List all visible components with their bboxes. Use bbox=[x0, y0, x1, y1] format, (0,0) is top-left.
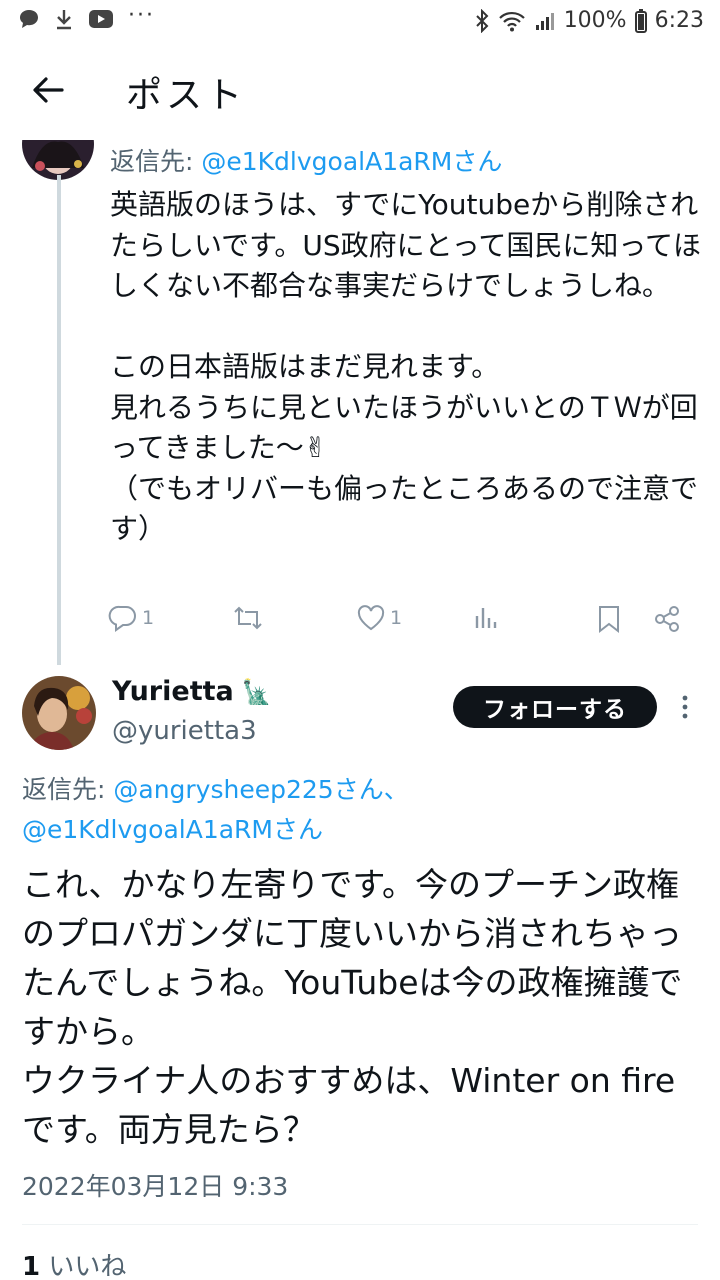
avatar[interactable] bbox=[22, 676, 96, 750]
chat-icon bbox=[20, 10, 38, 28]
display-name[interactable]: Yurietta 🗽 bbox=[112, 676, 272, 707]
share-button[interactable] bbox=[652, 604, 682, 634]
thread-connector bbox=[57, 175, 61, 665]
display-name-text: Yurietta bbox=[112, 676, 234, 707]
wifi-icon bbox=[498, 11, 525, 31]
reply-mention-link[interactable]: @angrysheep225さん、 bbox=[113, 775, 408, 804]
follow-button[interactable]: フォローする bbox=[453, 686, 657, 728]
analytics-icon bbox=[475, 608, 497, 628]
bookmark-button[interactable] bbox=[596, 604, 622, 634]
bookmark-icon bbox=[599, 606, 619, 634]
reply-mention-link[interactable]: @e1KdlvgoalA1aRMさん bbox=[22, 815, 323, 844]
tweet-action-bar: 1 1 bbox=[108, 604, 698, 640]
top-app-bar: ポスト bbox=[0, 44, 720, 140]
share-icon bbox=[655, 606, 679, 632]
battery-percent: 100% bbox=[563, 8, 627, 33]
divider bbox=[22, 1224, 698, 1225]
tweet-text: 英語版のほうは、すでにYoutubeから削除されたらしいです。US政府にとって国… bbox=[110, 188, 701, 545]
signal-icon bbox=[535, 12, 554, 30]
likes-label: いいね bbox=[40, 1252, 127, 1280]
likes-count: 1 bbox=[22, 1252, 41, 1280]
user-handle[interactable]: @yurietta3 bbox=[112, 716, 257, 746]
likes-summary[interactable]: 1 いいね bbox=[22, 1246, 126, 1280]
repost-icon bbox=[234, 606, 262, 630]
tweet-text: これ、かなり左寄りです。今のプーチン政権のプロパガンダに丁度いいから消されちゃっ… bbox=[22, 865, 683, 1149]
tweet-timestamp[interactable]: 2022年03月12日 9:33 bbox=[22, 1167, 288, 1203]
status-bar: ··· 100% 6:23 bbox=[0, 0, 720, 44]
youtube-icon bbox=[89, 10, 113, 28]
statue-of-liberty-icon: 🗽 bbox=[241, 677, 272, 706]
reply-count: 1 bbox=[142, 607, 155, 629]
like-button[interactable]: 1 bbox=[356, 604, 402, 632]
battery-icon bbox=[634, 8, 647, 33]
page-title: ポスト bbox=[126, 75, 247, 116]
bluetooth-icon bbox=[475, 8, 489, 33]
views-button[interactable] bbox=[472, 604, 500, 632]
more-notifications: ··· bbox=[128, 2, 155, 28]
like-count: 1 bbox=[390, 607, 403, 629]
reply-mention-link[interactable]: @e1KdlvgoalA1aRMさん bbox=[201, 147, 502, 176]
back-arrow-icon[interactable] bbox=[28, 70, 68, 110]
heart-icon bbox=[357, 605, 385, 631]
reply-prefix: 返信先: bbox=[110, 147, 202, 176]
reply-context: 返信先: @e1KdlvgoalA1aRMさん bbox=[110, 142, 502, 178]
download-icon bbox=[57, 10, 71, 30]
reply-prefix: 返信先: bbox=[22, 775, 114, 804]
more-options-icon[interactable] bbox=[676, 692, 694, 722]
reply-button[interactable]: 1 bbox=[108, 604, 154, 632]
clock: 6:23 bbox=[654, 8, 704, 33]
reply-icon bbox=[108, 605, 136, 632]
reply-context: 返信先: @angrysheep225さん、 @e1KdlvgoalA1aRMさ… bbox=[22, 770, 702, 850]
repost-button[interactable] bbox=[232, 604, 264, 632]
